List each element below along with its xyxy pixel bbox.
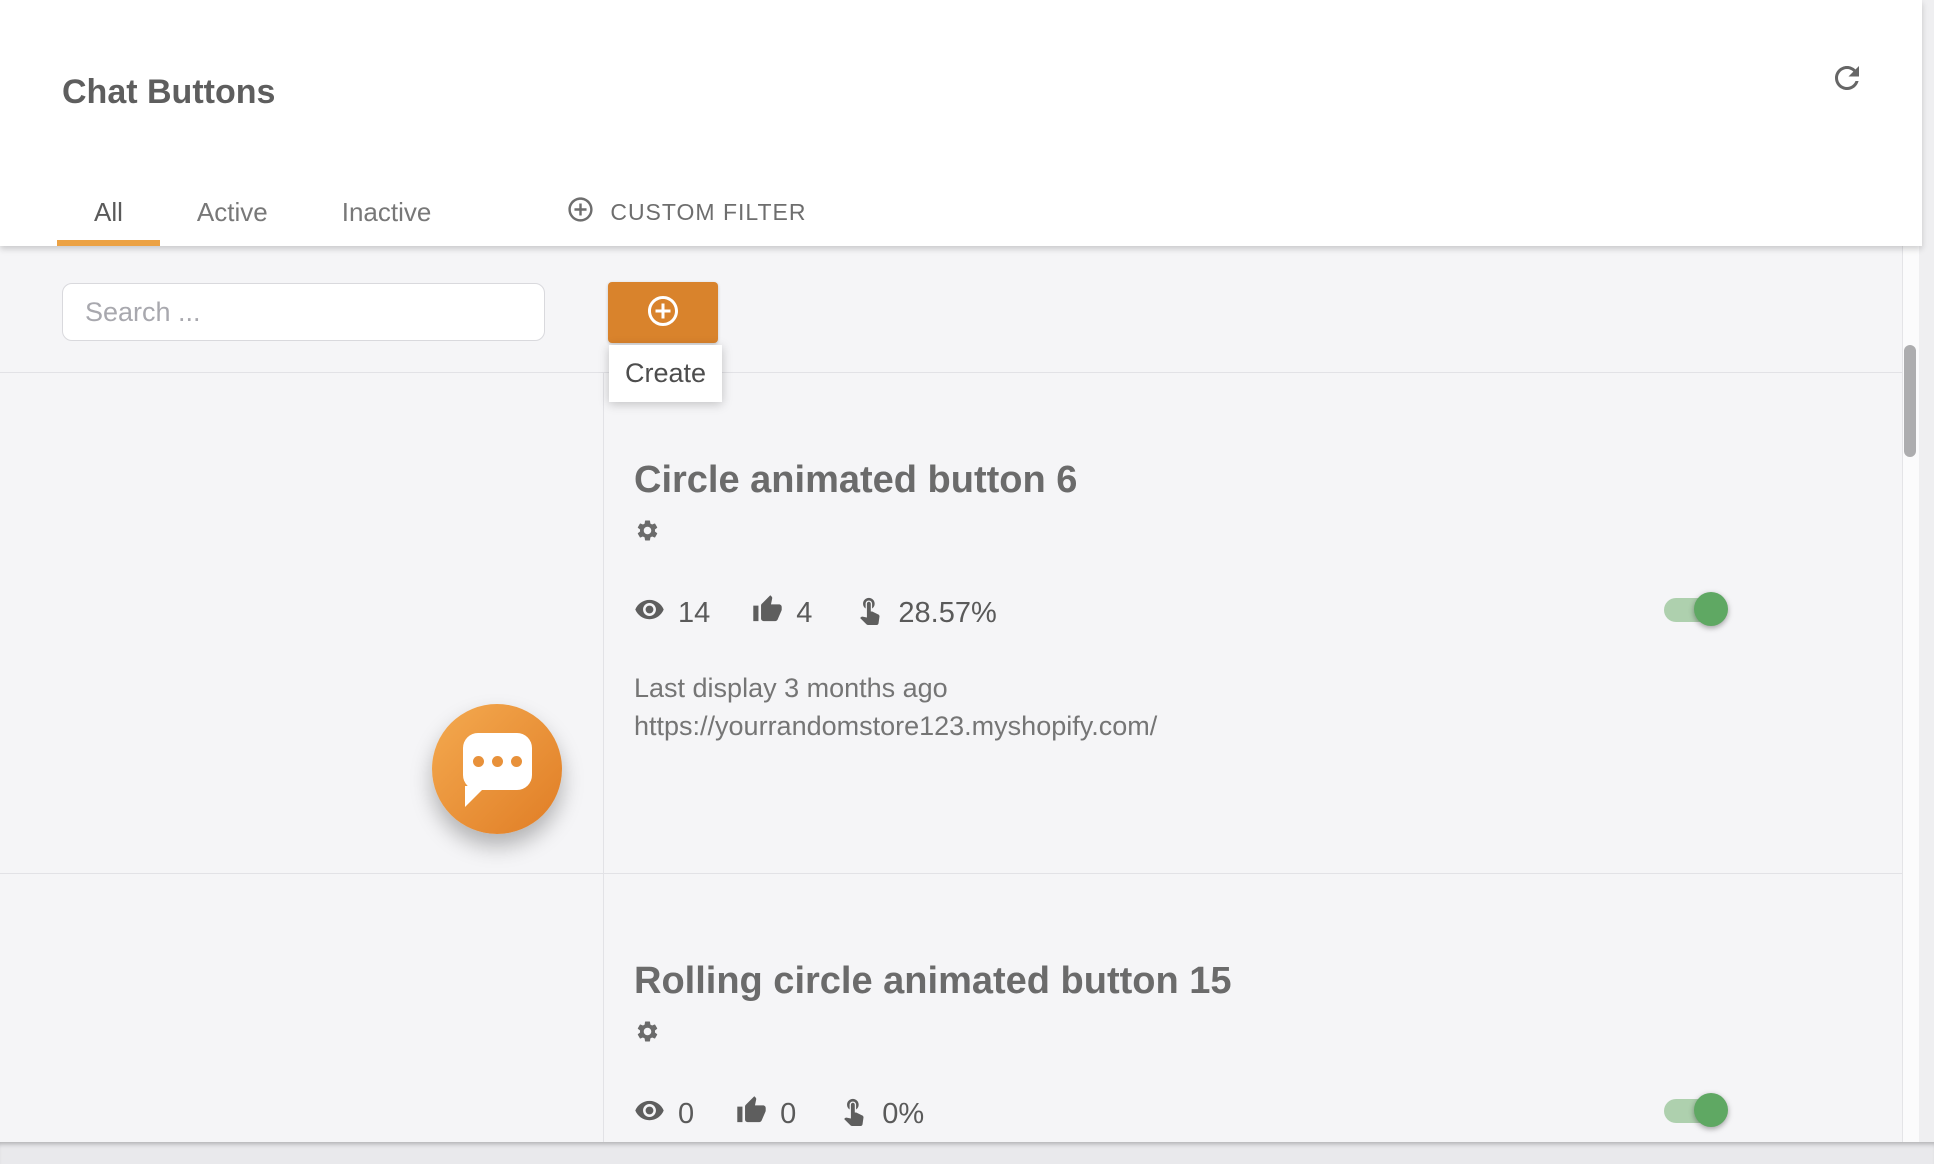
- tap-icon: [854, 594, 885, 633]
- tab-bar: All Active Inactive CUSTOM FILTER: [57, 178, 827, 246]
- click-rate-value: 28.57%: [898, 597, 996, 630]
- click-rate-stat: 0%: [838, 1095, 924, 1134]
- chat-button-preview: [432, 704, 562, 834]
- likes-count: 0: [780, 1098, 796, 1131]
- toggle-knob[interactable]: [1694, 592, 1728, 626]
- likes-count: 4: [796, 597, 812, 630]
- enable-toggle[interactable]: [1664, 597, 1725, 623]
- toggle-knob[interactable]: [1694, 1093, 1728, 1127]
- button-title: Rolling circle animated button 15: [634, 960, 1902, 1003]
- main-content: Create Circle animated button 6: [0, 246, 1902, 1142]
- last-display-text: Last display 3 months ago: [634, 669, 1902, 707]
- active-tab-underline: [57, 240, 160, 246]
- custom-filter-label: CUSTOM FILTER: [610, 199, 806, 226]
- eye-icon: [634, 1095, 665, 1134]
- search-input[interactable]: [62, 283, 545, 341]
- button-details-cell: Circle animated button 6 14: [603, 373, 1902, 873]
- page-title: Chat Buttons: [62, 73, 275, 112]
- button-preview-cell: [0, 373, 603, 873]
- button-details-cell: Rolling circle animated button 15 0: [603, 874, 1902, 1142]
- tab-active-label: Active: [197, 197, 268, 228]
- tab-all-label: All: [94, 197, 123, 228]
- thumb-up-icon: [752, 594, 783, 633]
- viewport-bottom-edge: [0, 1142, 1934, 1164]
- eye-icon: [634, 594, 665, 633]
- tab-all[interactable]: All: [57, 178, 160, 246]
- tab-inactive[interactable]: Inactive: [305, 178, 469, 246]
- views-count: 14: [678, 597, 710, 630]
- button-meta: Last display 3 months ago https://yourra…: [634, 669, 1902, 745]
- add-circle-icon: [566, 195, 595, 230]
- custom-filter-button[interactable]: CUSTOM FILTER: [546, 178, 826, 246]
- views-count: 0: [678, 1098, 694, 1131]
- likes-stat: 4: [752, 594, 812, 633]
- store-url: https://yourrandomstore123.myshopify.com…: [634, 707, 1902, 745]
- settings-button[interactable]: [634, 1019, 660, 1045]
- create-button[interactable]: [608, 282, 718, 343]
- tab-active[interactable]: Active: [160, 178, 305, 246]
- gear-icon: [635, 531, 660, 546]
- settings-button[interactable]: [634, 518, 660, 544]
- tab-inactive-label: Inactive: [342, 197, 432, 228]
- list-item: Rolling circle animated button 15 0: [0, 873, 1902, 1142]
- button-preview-cell: [0, 874, 603, 1142]
- thumb-up-icon: [736, 1095, 767, 1134]
- views-stat: 0: [634, 1095, 694, 1134]
- views-stat: 14: [634, 594, 710, 633]
- scrollbar-thumb[interactable]: [1904, 345, 1916, 457]
- refresh-icon: [1829, 84, 1865, 99]
- refresh-button[interactable]: [1828, 60, 1866, 98]
- list-item: Circle animated button 6 14: [0, 373, 1902, 873]
- button-title: Circle animated button 6: [634, 459, 1902, 502]
- typing-dots: [463, 733, 532, 790]
- click-rate-stat: 28.57%: [854, 594, 996, 633]
- click-rate-value: 0%: [882, 1098, 924, 1131]
- gear-icon: [635, 1032, 660, 1047]
- chat-buttons-page: Chat Buttons All Active Inactive CUSTOM …: [0, 0, 1934, 1164]
- add-circle-icon: [645, 293, 681, 332]
- likes-stat: 0: [736, 1095, 796, 1134]
- enable-toggle[interactable]: [1664, 1098, 1725, 1124]
- tap-icon: [838, 1095, 869, 1134]
- chat-button-list: Circle animated button 6 14: [0, 372, 1902, 1142]
- page-header: Chat Buttons All Active Inactive CUSTOM …: [0, 0, 1922, 246]
- speech-bubble-icon: [463, 733, 532, 790]
- create-tooltip: Create: [609, 345, 722, 402]
